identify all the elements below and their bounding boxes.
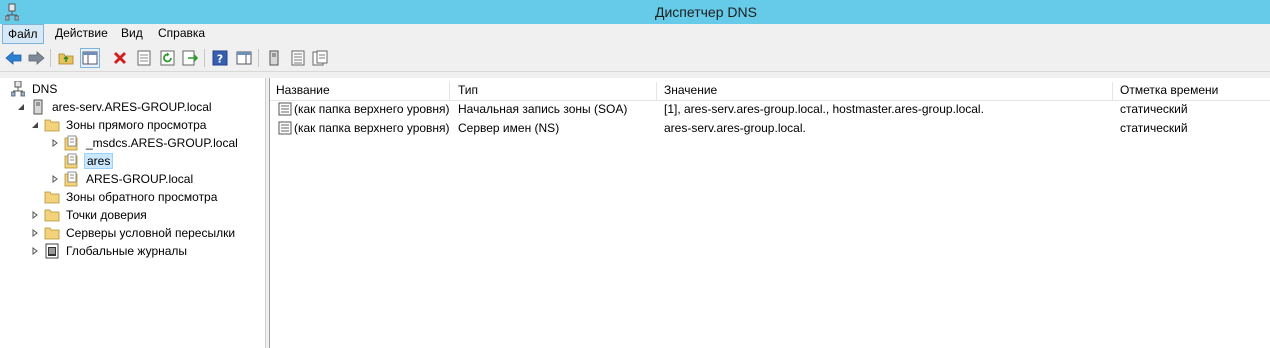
tree-label-dns: DNS: [32, 82, 58, 96]
export-list-icon[interactable]: [180, 48, 200, 68]
action-pane-icon[interactable]: [234, 48, 254, 68]
tree-node-ares-group[interactable]: ARES-GROUP.local: [50, 170, 195, 188]
forward-icon[interactable]: [26, 48, 46, 68]
refresh-icon[interactable]: [158, 48, 178, 68]
record-icon: [278, 121, 292, 135]
server-icon: [30, 99, 46, 115]
tree-node-forward-zones[interactable]: Зоны прямого просмотра: [30, 116, 208, 134]
menu-bar: Файл Действие Вид Справка: [0, 24, 1270, 44]
cell-timestamp: статический: [1120, 121, 1188, 135]
menu-file[interactable]: Файл: [2, 24, 44, 44]
tree-node-ares[interactable]: ares: [64, 152, 114, 170]
back-icon[interactable]: [4, 48, 24, 68]
server-icon[interactable]: [264, 48, 284, 68]
expand-icon[interactable]: [30, 246, 40, 256]
tree-node-msdcs[interactable]: _msdcs.ARES-GROUP.local: [50, 134, 240, 152]
expand-icon[interactable]: [50, 138, 60, 148]
tree-label-global-logs: Глобальные журналы: [66, 244, 188, 258]
cell-type: Сервер имен (NS): [458, 121, 560, 135]
new-record-icon[interactable]: [310, 48, 330, 68]
cell-name: (как папка верхнего уровня): [294, 102, 450, 116]
expand-icon[interactable]: [30, 228, 40, 238]
column-header-name[interactable]: Название: [270, 82, 450, 100]
tree-node-dns[interactable]: DNS: [10, 80, 59, 98]
tree-node-global-logs[interactable]: Глобальные журналы: [30, 242, 189, 260]
column-header-timestamp[interactable]: Отметка времени: [1114, 82, 1270, 100]
folder-icon: [44, 117, 60, 133]
cell-value: ares-serv.ares-group.local.: [664, 121, 806, 135]
help-icon[interactable]: ?: [210, 48, 230, 68]
show-hide-tree-icon[interactable]: [80, 48, 100, 68]
collapse-icon[interactable]: [16, 102, 26, 112]
record-icon: [278, 102, 292, 116]
menu-help[interactable]: Справка: [153, 24, 210, 44]
record-list-icon[interactable]: [288, 48, 308, 68]
up-folder-icon[interactable]: [56, 48, 76, 68]
tree-label-reverse-zones: Зоны обратного просмотра: [66, 190, 218, 204]
cell-timestamp: статический: [1120, 102, 1188, 116]
tree-node-trust-points[interactable]: Точки доверия: [30, 206, 149, 224]
tree-label-forward-zones: Зоны прямого просмотра: [66, 118, 207, 132]
cell-value: [1], ares-serv.ares-group.local., hostma…: [664, 102, 984, 116]
folder-icon: [44, 225, 60, 241]
results-pane: Название Тип Значение Отметка времени (к…: [270, 78, 1270, 348]
folder-icon: [44, 189, 60, 205]
collapse-icon[interactable]: [30, 120, 40, 130]
zone-icon: [64, 153, 80, 169]
toolbar: ?: [0, 44, 1270, 72]
column-header-value[interactable]: Значение: [658, 82, 1113, 100]
tree-label-server: ares-serv.ARES-GROUP.local: [52, 100, 212, 114]
delete-icon[interactable]: [110, 48, 130, 68]
folder-icon: [44, 207, 60, 223]
tree-node-conditional-forwarders[interactable]: Серверы условной пересылки: [30, 224, 237, 242]
properties-icon[interactable]: [134, 48, 154, 68]
event-log-icon: [44, 243, 60, 259]
tree-label-ares-group: ARES-GROUP.local: [86, 172, 194, 186]
menu-action[interactable]: Действие: [50, 24, 113, 44]
dns-icon: [10, 81, 26, 97]
console-tree[interactable]: DNS ares-serv.ARES-GROUP.local Зоны прям…: [0, 78, 266, 348]
tree-label-conditional-forwarders: Серверы условной пересылки: [66, 226, 236, 240]
zone-icon: [64, 135, 80, 151]
cell-type: Начальная запись зоны (SOA): [458, 102, 628, 116]
tree-node-server[interactable]: ares-serv.ARES-GROUP.local: [16, 98, 214, 116]
tree-node-reverse-zones[interactable]: Зоны обратного просмотра: [44, 188, 219, 206]
zone-icon: [64, 171, 80, 187]
expand-icon[interactable]: [50, 174, 60, 184]
cell-name: (как папка верхнего уровня): [294, 121, 450, 135]
menu-view[interactable]: Вид: [116, 24, 148, 44]
tree-label-ares: ares: [84, 153, 114, 169]
expand-icon[interactable]: [30, 210, 40, 220]
column-header-type[interactable]: Тип: [452, 82, 657, 100]
tree-label-trust-points: Точки доверия: [66, 208, 147, 222]
title-bar: Диспетчер DNS: [0, 0, 1270, 24]
svg-text:?: ?: [217, 53, 223, 66]
tree-label-msdcs: _msdcs.ARES-GROUP.local: [86, 136, 238, 150]
window-title: Диспетчер DNS: [655, 4, 757, 20]
